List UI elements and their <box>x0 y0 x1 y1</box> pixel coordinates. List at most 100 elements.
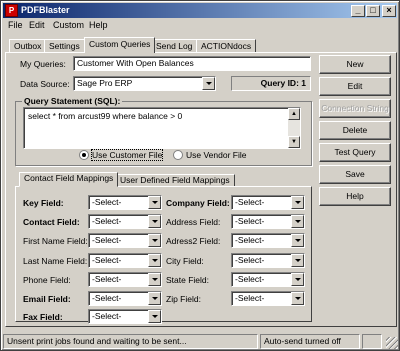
radio-vendor[interactable] <box>173 150 183 160</box>
radio-customer[interactable] <box>79 150 89 160</box>
key-field-value: -Select- <box>92 197 122 207</box>
chevron-down-icon[interactable] <box>148 196 161 209</box>
chevron-down-icon[interactable] <box>148 234 161 247</box>
my-queries-field[interactable]: Customer With Open Balances <box>73 56 311 71</box>
new-button[interactable]: New <box>319 55 391 74</box>
chevron-down-icon[interactable] <box>148 292 161 305</box>
auto-send-status: Auto-send turned off <box>260 334 360 349</box>
tab-settings[interactable]: Settings <box>44 39 85 53</box>
radio-customer-label: Use Customer File <box>90 149 164 161</box>
use-vendor-file-option[interactable]: Use Vendor File <box>173 149 253 162</box>
menu-file[interactable]: File <box>8 20 23 30</box>
scroll-down-icon[interactable]: ▼ <box>288 136 300 148</box>
my-queries-label: My Queries: <box>20 59 66 69</box>
company-field-value: -Select- <box>235 197 265 207</box>
minimize-button[interactable]: _ <box>351 5 365 17</box>
data-source-select[interactable]: Sage Pro ERP <box>73 76 216 91</box>
first-name-field-label: First Name Field: <box>23 236 88 246</box>
status-message: Unsent print jobs found and waiting to b… <box>3 334 258 349</box>
address-field-select[interactable]: -Select- <box>231 214 305 229</box>
radio-vendor-label: Use Vendor File <box>186 150 247 160</box>
tab-actiondocs[interactable]: ACTIONdocs <box>196 39 257 53</box>
menu-custom[interactable]: Custom <box>53 20 84 30</box>
pdf-icon: P <box>5 4 18 17</box>
contact-field-value: -Select- <box>92 216 122 226</box>
use-customer-file-option[interactable]: Use Customer File <box>79 149 169 162</box>
sql-scrollbar[interactable]: ▲ ▼ <box>288 108 300 148</box>
resize-grip-icon[interactable] <box>386 337 398 349</box>
status-bar: Unsent print jobs found and waiting to b… <box>3 334 399 350</box>
tab-contact-field-mappings[interactable]: Contact Field Mappings <box>19 172 119 187</box>
zip-field-label: Zip Field: <box>166 294 201 304</box>
save-button[interactable]: Save <box>319 165 391 184</box>
chevron-down-icon[interactable] <box>148 310 161 323</box>
state-field-label: State Field: <box>166 275 209 285</box>
phone-field-label: Phone Field: <box>23 275 71 285</box>
scroll-up-icon[interactable]: ▲ <box>288 108 300 120</box>
state-field-select[interactable]: -Select- <box>231 272 305 287</box>
chevron-down-icon[interactable] <box>148 254 161 267</box>
query-id-display: Query ID: 1 <box>231 76 311 91</box>
city-field-select[interactable]: -Select- <box>231 253 305 268</box>
delete-button[interactable]: Delete <box>319 121 391 140</box>
city-field-label: City Field: <box>166 256 204 266</box>
data-source-label: Data Source: <box>20 79 70 89</box>
address2-field-label: Adress2 Field: <box>166 236 221 246</box>
last-name-field-value: -Select- <box>92 255 122 265</box>
chevron-down-icon[interactable] <box>148 215 161 228</box>
help-button[interactable]: Help <box>319 187 391 206</box>
contact-field-label: Contact Field: <box>23 217 80 227</box>
email-field-label: Email Field: <box>23 294 71 304</box>
maximize-button[interactable]: □ <box>366 5 380 17</box>
chevron-down-icon[interactable] <box>291 196 304 209</box>
key-field-label: Key Field: <box>23 198 64 208</box>
menu-edit[interactable]: Edit <box>29 20 45 30</box>
address2-field-select[interactable]: -Select- <box>231 233 305 248</box>
zip-field-select[interactable]: -Select- <box>231 291 305 306</box>
phone-field-select[interactable]: -Select- <box>88 272 162 287</box>
query-statement-title: Query Statement (SQL): <box>22 96 123 106</box>
phone-field-value: -Select- <box>92 274 122 284</box>
company-field-label: Company Field: <box>166 198 230 208</box>
chevron-down-icon[interactable] <box>202 77 215 90</box>
company-field-select[interactable]: -Select- <box>231 195 305 210</box>
title-bar[interactable]: P PDFBlaster _ □ × <box>3 3 397 18</box>
chevron-down-icon[interactable] <box>291 254 304 267</box>
test-query-button[interactable]: Test Query <box>319 143 391 162</box>
app-window: P PDFBlaster _ □ × File Edit Custom Help… <box>0 0 400 351</box>
fax-field-select[interactable]: -Select- <box>88 309 162 324</box>
address-field-value: -Select- <box>235 216 265 226</box>
tab-send-log[interactable]: Send Log <box>151 39 198 53</box>
email-field-select[interactable]: -Select- <box>88 291 162 306</box>
menu-bar: File Edit Custom Help <box>3 18 397 33</box>
address-field-label: Address Field: <box>166 217 221 227</box>
chevron-down-icon[interactable] <box>148 273 161 286</box>
contact-field-select[interactable]: -Select- <box>88 214 162 229</box>
chevron-down-icon[interactable] <box>291 273 304 286</box>
last-name-field-select[interactable]: -Select- <box>88 253 162 268</box>
last-name-field-label: Last Name Field: <box>23 256 88 266</box>
first-name-field-value: -Select- <box>92 235 122 245</box>
first-name-field-select[interactable]: -Select- <box>88 233 162 248</box>
tab-custom-queries[interactable]: Custom Queries <box>84 37 156 53</box>
status-extra-cell <box>362 334 382 349</box>
tab-outbox[interactable]: Outbox <box>9 39 47 53</box>
email-field-value: -Select- <box>92 293 122 303</box>
close-button[interactable]: × <box>382 5 396 17</box>
state-field-value: -Select- <box>235 274 265 284</box>
chevron-down-icon[interactable] <box>291 215 304 228</box>
menu-help[interactable]: Help <box>89 20 108 30</box>
chevron-down-icon[interactable] <box>291 292 304 305</box>
connection-string-button[interactable]: Connection String <box>319 99 391 118</box>
address2-field-value: -Select- <box>235 235 265 245</box>
key-field-select[interactable]: -Select- <box>88 195 162 210</box>
fax-field-value: -Select- <box>92 311 122 321</box>
edit-button[interactable]: Edit <box>319 77 391 96</box>
fax-field-label: Fax Field: <box>23 312 63 322</box>
chevron-down-icon[interactable] <box>291 234 304 247</box>
sql-query-editor[interactable]: select * from arcust99 where balance > 0… <box>23 107 301 149</box>
data-source-value: Sage Pro ERP <box>77 78 133 88</box>
city-field-value: -Select- <box>235 255 265 265</box>
window-title: PDFBlaster <box>21 5 70 15</box>
zip-field-value: -Select- <box>235 293 265 303</box>
